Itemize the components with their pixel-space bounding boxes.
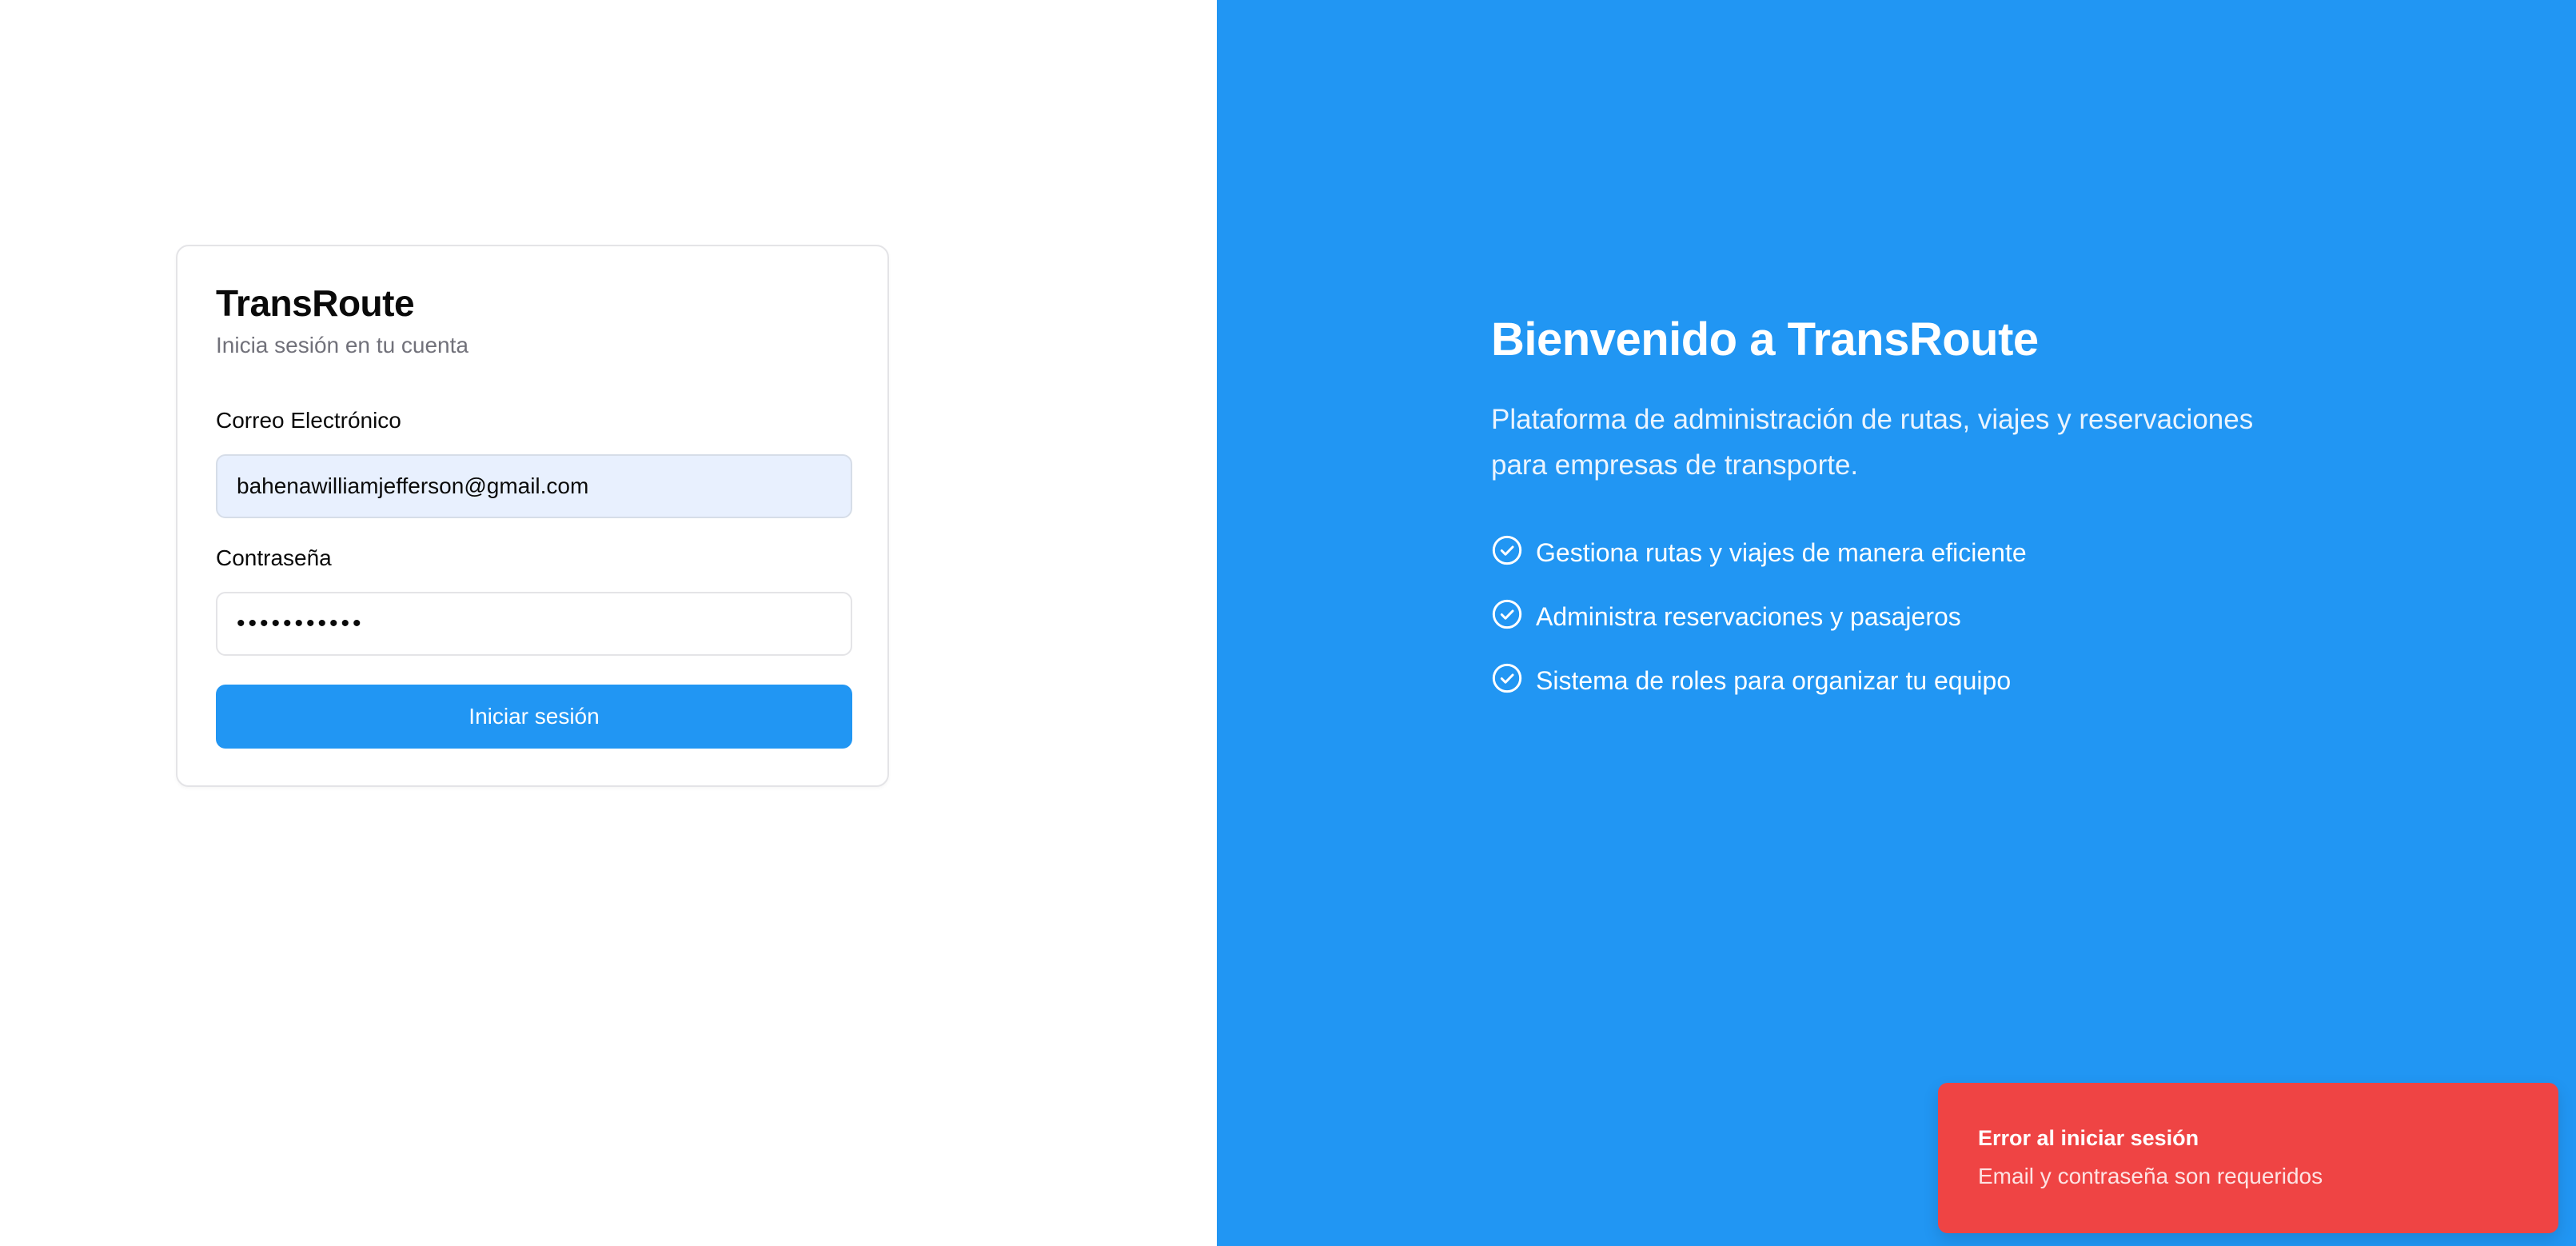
email-field[interactable] (216, 454, 852, 518)
welcome-title: Bienvenido a TransRoute (1491, 313, 2039, 365)
password-field[interactable] (216, 592, 852, 656)
login-subtitle: Inicia sesión en tu cuenta (216, 333, 469, 357)
welcome-pane: Bienvenido a TransRoute Plataforma de ad… (1217, 0, 2576, 1246)
check-circle-icon (1492, 599, 1522, 629)
login-button[interactable]: Iniciar sesión (216, 685, 852, 749)
toast-title: Error al iniciar sesión (1978, 1126, 2199, 1150)
feature-item: Sistema de roles para organizar tu equip… (1491, 662, 2371, 701)
email-label: Correo Electrónico (216, 408, 401, 433)
password-label: Contraseña (216, 545, 332, 570)
error-toast[interactable]: Error al iniciar sesión Email y contrase… (1938, 1083, 2558, 1233)
welcome-description: Plataforma de administración de rutas, v… (1491, 403, 2254, 481)
feature-item: Gestiona rutas y viajes de manera eficie… (1491, 534, 2371, 573)
feature-item: Administra reservaciones y pasajeros (1491, 598, 2371, 637)
toast-description: Email y contraseña son requeridos (1978, 1164, 2323, 1188)
welcome-block: Bienvenido a TransRoute Plataforma de ad… (1491, 312, 2371, 726)
login-card: TransRoute Inicia sesión en tu cuenta Co… (176, 245, 889, 787)
feature-label: Sistema de roles para organizar tu equip… (1536, 666, 2012, 696)
login-pane: TransRoute Inicia sesión en tu cuenta Co… (0, 0, 1217, 1246)
brand-title: TransRoute (216, 282, 415, 324)
feature-label: Gestiona rutas y viajes de manera eficie… (1536, 538, 2027, 568)
feature-label: Administra reservaciones y pasajeros (1536, 602, 1961, 632)
check-circle-icon (1492, 663, 1522, 693)
check-circle-icon (1492, 535, 1522, 565)
feature-list: Gestiona rutas y viajes de manera eficie… (1491, 534, 2371, 701)
